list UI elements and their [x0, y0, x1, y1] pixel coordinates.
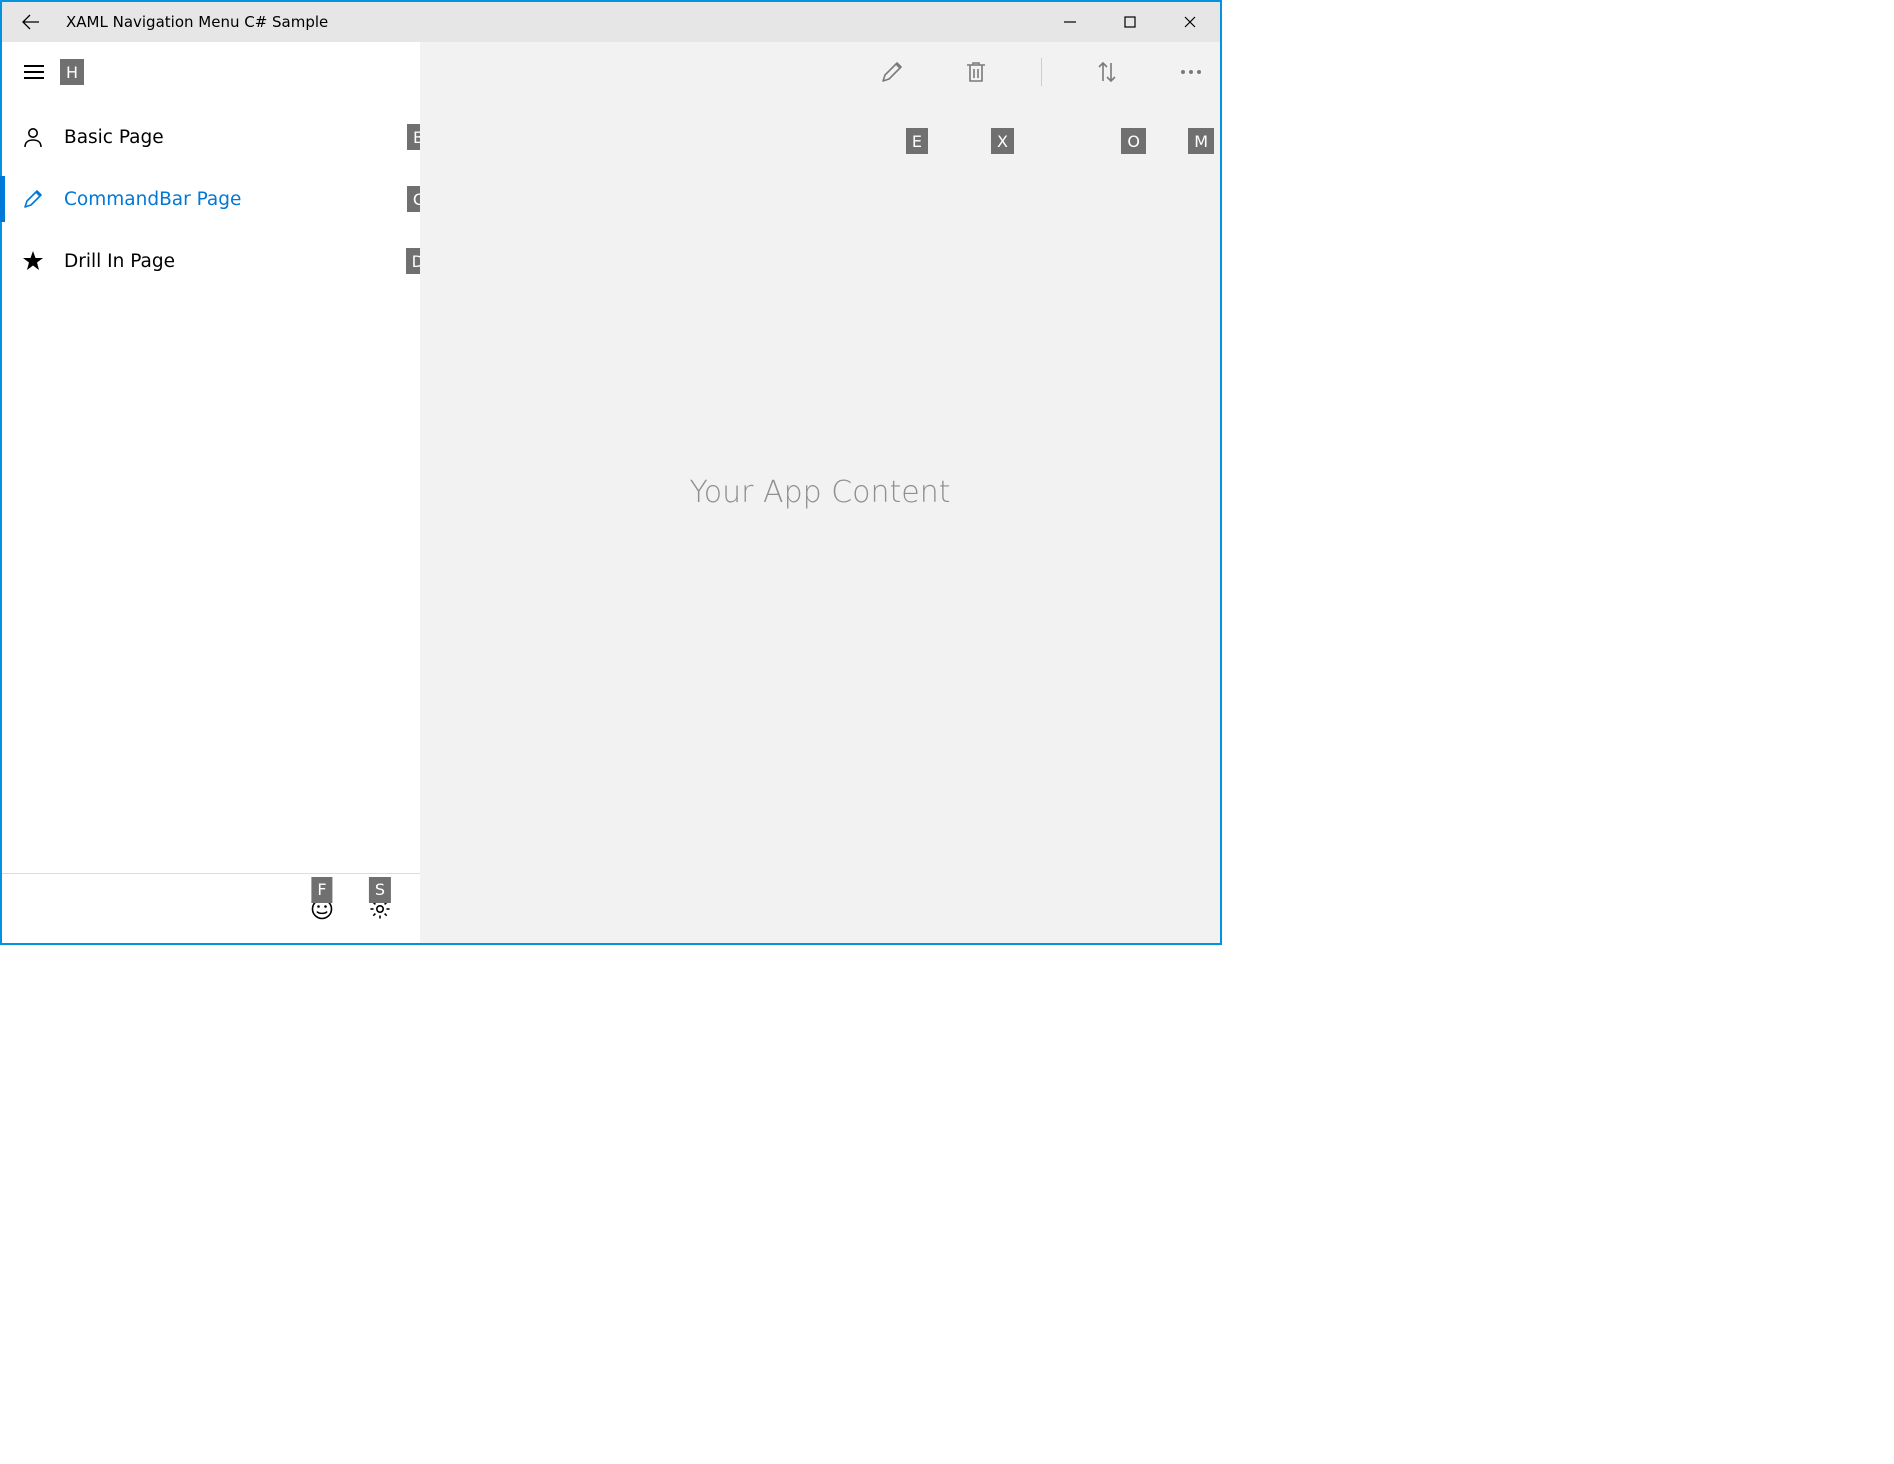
pencil-icon: [880, 60, 904, 84]
minimize-button[interactable]: [1040, 2, 1100, 42]
maximize-icon: [1124, 16, 1136, 28]
edit-command[interactable]: [873, 53, 911, 91]
nav-item-label: Drill In Page: [64, 251, 175, 272]
person-icon: [16, 120, 50, 154]
keytip-feedback: F: [311, 877, 332, 903]
sort-icon: [1096, 60, 1118, 84]
maximize-button[interactable]: [1100, 2, 1160, 42]
ellipsis-icon: [1180, 69, 1202, 75]
close-icon: [1184, 16, 1196, 28]
keytip-delete: X: [991, 128, 1014, 154]
window-controls: [1040, 2, 1220, 42]
sort-command[interactable]: [1088, 53, 1126, 91]
commandbar-separator: [1041, 58, 1042, 86]
keytip-edit: E: [906, 128, 928, 154]
more-command[interactable]: [1172, 53, 1210, 91]
settings-button[interactable]: S: [362, 891, 398, 927]
keytip-settings: S: [369, 877, 391, 903]
command-bar: [863, 42, 1220, 102]
keytip-hamburger: H: [60, 59, 84, 85]
minimize-icon: [1064, 16, 1076, 28]
keytip-more: M: [1188, 128, 1214, 154]
nav-item-drillin-page[interactable]: Drill In Page D: [2, 230, 420, 292]
content-placeholder: Your App Content: [689, 475, 950, 510]
nav-item-label: Basic Page: [64, 127, 164, 148]
feedback-button[interactable]: F: [304, 891, 340, 927]
nav-item-basic-page[interactable]: Basic Page B: [2, 106, 420, 168]
hamburger-icon: [24, 65, 44, 79]
arrow-left-icon: [22, 13, 40, 31]
nav-item-label: CommandBar Page: [64, 189, 241, 210]
nav-item-commandbar-page[interactable]: CommandBar Page C: [2, 168, 420, 230]
content-area: E X O M Your App Content: [420, 42, 1220, 943]
edit-icon: [16, 182, 50, 216]
title-bar: XAML Navigation Menu C# Sample: [2, 2, 1220, 42]
back-button[interactable]: [12, 3, 50, 41]
close-button[interactable]: [1160, 2, 1220, 42]
hamburger-button[interactable]: H: [10, 48, 58, 96]
keytip-sort: O: [1121, 128, 1146, 154]
delete-command[interactable]: [957, 53, 995, 91]
sidebar-footer: F S: [2, 873, 420, 943]
star-icon: [16, 244, 50, 278]
navigation-pane: H Basic Page B CommandBar Page C: [2, 42, 420, 943]
window-title: XAML Navigation Menu C# Sample: [66, 13, 328, 31]
trash-icon: [965, 60, 987, 84]
